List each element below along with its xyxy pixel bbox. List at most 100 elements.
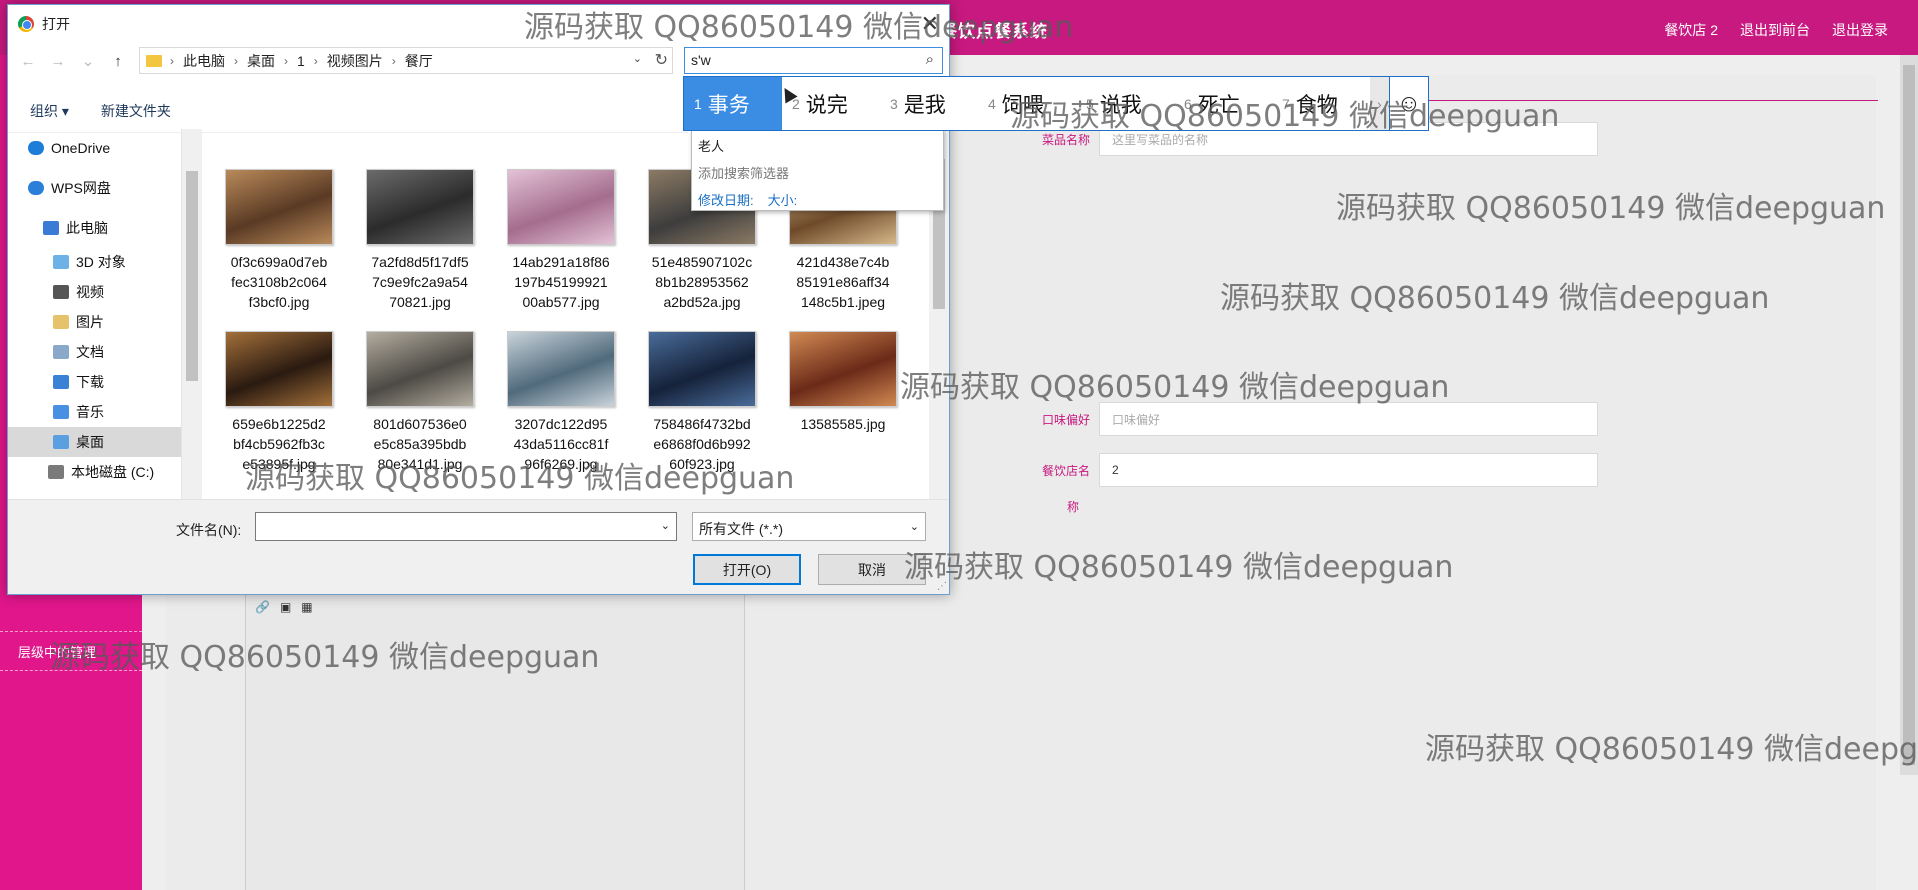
file-tile[interactable]: 13585585.jpg [778, 331, 908, 434]
dialog-title: 打开 [42, 16, 70, 32]
pc-icon [43, 221, 59, 235]
search-icon[interactable]: ⌕ [926, 51, 934, 68]
breadcrumb-videos-pictures[interactable]: 视频图片 [327, 51, 383, 71]
filename-input[interactable]: ⌄ [255, 512, 677, 541]
search-suggestions: 老人 添加搜索筛选器 修改日期: 大小: [691, 129, 944, 211]
cancel-button[interactable]: 取消 [818, 554, 926, 585]
next-page-icon[interactable]: › [1370, 77, 1389, 130]
store-name-input[interactable]: 2 [1099, 453, 1598, 487]
tree-item[interactable]: 视频 [8, 277, 181, 307]
breadcrumb-desktop[interactable]: 桌面 [247, 51, 275, 71]
dish-name-label: 菜品名称 [1041, 132, 1090, 147]
breadcrumb-1[interactable]: 1 [297, 53, 305, 69]
user-store-link[interactable]: 餐饮店 2 [1664, 20, 1718, 40]
add-filter-label: 添加搜索筛选器 [698, 166, 790, 181]
file-name-line: f3bcf0.jpg [248, 294, 310, 310]
tree-item[interactable]: OneDrive [8, 133, 181, 163]
chevron-down-icon[interactable]: ⌄ [633, 52, 642, 65]
file-thumbnail [225, 169, 333, 245]
disk-icon [48, 465, 64, 479]
file-thumbnail [507, 331, 615, 407]
film-icon [53, 285, 69, 299]
tree-item-label: WPS网盘 [51, 180, 111, 196]
recent-chevron-icon[interactable]: ⌄ [76, 52, 100, 70]
breadcrumb-separator: › [170, 53, 174, 68]
tree-item[interactable]: 本地磁盘 (C:) [8, 457, 181, 487]
close-icon[interactable]: ✕ [921, 11, 939, 37]
up-arrow-icon[interactable]: ↑ [106, 53, 130, 70]
table-icon[interactable]: ▦ [301, 600, 312, 614]
tree-item[interactable]: WPS网盘 [8, 173, 181, 203]
file-name-line: 197b45199921 [514, 274, 608, 290]
emoji-icon[interactable]: ☺ [1388, 77, 1428, 130]
breadcrumb-this-pc[interactable]: 此电脑 [183, 51, 225, 71]
file-name-line: 659e6b1225d2 [232, 416, 326, 432]
tree-item[interactable]: 文档 [8, 337, 181, 367]
filter-date-modified[interactable]: 修改日期: [698, 190, 754, 209]
navigation-tree: OneDrive WPS网盘此电脑 3D 对象 视频 图片文档下载音乐桌面 本地磁盘 (C… [8, 129, 182, 499]
ime-candidate[interactable]: 3 是我 [880, 77, 978, 130]
tree-item[interactable]: 此电脑 [8, 213, 181, 243]
tree-item[interactable]: 3D 对象 [8, 247, 181, 277]
sidebar-menu-item[interactable]: 层级中的管理 [0, 631, 142, 671]
ime-candidate[interactable]: 4 饲喂 [978, 77, 1076, 130]
filter-size[interactable]: 大小: [768, 190, 798, 209]
store-name-label-wrap: 称 [1067, 500, 1080, 514]
file-tile[interactable]: 801d607536e0 e5c85a395bdb 80e341d1.jpg [355, 331, 485, 474]
taste-input[interactable]: 口味偏好 [1099, 402, 1598, 436]
ime-candidate[interactable]: 7 食物 [1272, 77, 1370, 130]
tree-item[interactable]: 桌面 [8, 427, 181, 457]
file-name-line: 14ab291a18f86 [512, 254, 610, 270]
ime-candidate[interactable]: 2 说完 [782, 77, 880, 130]
rich-text-editor[interactable] [245, 580, 745, 890]
link-icon[interactable]: 🔗 [255, 600, 270, 614]
file-name-line: 00ab577.jpg [522, 294, 600, 310]
file-tile[interactable]: 0f3c699a0d7eb fec3108b2c064 f3bcf0.jpg [214, 169, 344, 312]
file-name-line: e53895f.jpg [242, 456, 316, 472]
file-thumbnail [507, 169, 615, 245]
file-name-line: 801d607536e0 [373, 416, 467, 432]
image-icon[interactable]: ▣ [280, 600, 291, 614]
ime-candidate[interactable]: 6 死亡 [1174, 77, 1272, 130]
file-name-line: 13585585.jpg [800, 416, 886, 432]
file-tile[interactable]: 7a2fd8d5f17df5 7c9e9fc2a9a54 70821.jpg [355, 169, 485, 312]
ime-candidate-bar: 1 事务 2 说完 3 是我 4 饲喂 5 说我 6 死亡 7 食物 › ☺ [683, 76, 1429, 131]
candidate-text: 是我 [903, 93, 946, 117]
tree-item[interactable]: 图片 [8, 307, 181, 337]
tree-item-label: 文档 [76, 344, 104, 360]
tree-scrollbar[interactable] [182, 129, 202, 499]
open-button[interactable]: 打开(O) [693, 554, 801, 585]
filetype-select[interactable]: 所有文件 (*.*) ⌄ [692, 512, 926, 541]
file-tile[interactable]: 659e6b1225d2 bf4cb5962fb3c e53895f.jpg [214, 331, 344, 474]
breadcrumb-restaurant[interactable]: 餐厅 [405, 51, 433, 71]
header-links: 餐饮店 2 退出到前台 退出登录 [1664, 20, 1888, 40]
candidate-text: 食物 [1295, 93, 1338, 117]
file-tile[interactable]: 14ab291a18f86 197b45199921 00ab577.jpg [496, 169, 626, 312]
form-row-store-name: 餐饮店名 2 [1000, 453, 1598, 487]
forward-arrow-icon[interactable]: → [46, 53, 70, 70]
file-name-line: 3207dc122d95 [514, 416, 608, 432]
refresh-icon[interactable]: ↻ [655, 50, 668, 70]
file-name-line: 148c5b1.jpeg [800, 294, 886, 310]
file-tile[interactable]: 758486f4732bd e6868f0d6b992 60f923.jpg [637, 331, 767, 474]
editor-toolbar: 🔗 ▣ ▦ [255, 600, 313, 614]
resize-grip-icon[interactable]: ⋰ [937, 581, 947, 592]
back-arrow-icon[interactable]: ← [16, 53, 40, 70]
suggestion-item[interactable]: 老人 [692, 130, 943, 155]
tree-item[interactable]: 音乐 [8, 397, 181, 427]
file-name-line: e6868f0d6b992 [653, 436, 751, 452]
ime-candidate[interactable]: 1 事务 [684, 77, 782, 130]
page-scrollbar[interactable] [1900, 55, 1918, 775]
tree-item-label: 音乐 [76, 404, 104, 420]
file-tile[interactable]: 3207dc122d95 43da5116cc81f 96f6269.jpg [496, 331, 626, 474]
ime-candidate[interactable]: 5 说我 [1076, 77, 1174, 130]
organize-button[interactable]: 组织 ▾ [30, 101, 69, 121]
tree-item[interactable]: 下载 [8, 367, 181, 397]
new-folder-button[interactable]: 新建文件夹 [101, 101, 171, 121]
chevron-down-icon[interactable]: ⌄ [661, 519, 670, 532]
logout-link[interactable]: 退出登录 [1832, 20, 1888, 40]
search-input[interactable]: s'w ⌕ [684, 47, 943, 74]
address-bar[interactable]: › 此电脑 › 桌面 › 1 › 视频图片 › 餐厅 ⌄ ↻ [139, 47, 673, 74]
back-to-frontend-link[interactable]: 退出到前台 [1740, 20, 1810, 40]
file-name-line: 80e341d1.jpg [377, 456, 463, 472]
